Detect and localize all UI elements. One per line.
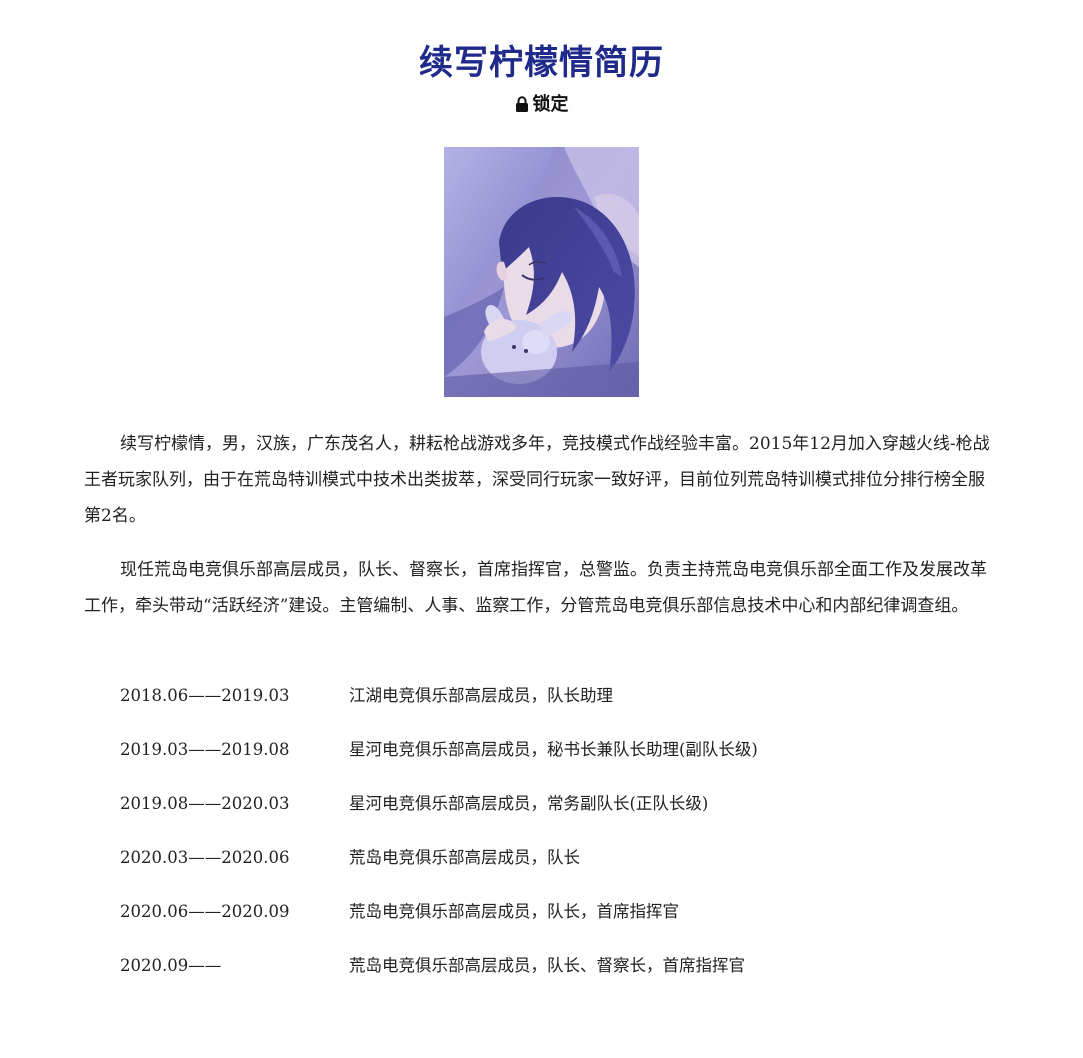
- portrait-image: [444, 147, 639, 397]
- timeline-date: 2020.06——2020.09: [120, 902, 290, 921]
- timeline-row: 2019.08——2020.03 星河电竞俱乐部高层成员，常务副队长(正队长级): [120, 786, 1000, 840]
- career-timeline: 2018.06——2019.03 江湖电竞俱乐部高层成员，队长助理 2019.0…: [120, 678, 1000, 1002]
- bio-paragraph-1: 续写柠檬情，男，汉族，广东茂名人，耕耘枪战游戏多年，竞技模式作战经验丰富。201…: [84, 434, 990, 526]
- lock-icon: [515, 94, 529, 120]
- timeline-date: 2019.08——2020.03: [120, 794, 290, 813]
- timeline-date: 2020.09——: [120, 956, 222, 975]
- timeline-row: 2020.06——2020.09 荒岛电竞俱乐部高层成员，队长，首席指挥官: [120, 894, 1000, 948]
- page-title: 续写柠檬情简历: [419, 43, 664, 83]
- lock-status-label: 锁定: [532, 94, 569, 115]
- timeline-role: 荒岛电竞俱乐部高层成员，队长: [349, 848, 580, 867]
- timeline-row: 2019.03——2019.08 星河电竞俱乐部高层成员，秘书长兼队长助理(副队…: [120, 732, 1000, 786]
- timeline-row: 2020.09—— 荒岛电竞俱乐部高层成员，队长、督察长，首席指挥官: [120, 948, 1000, 1002]
- timeline-date: 2019.03——2019.08: [120, 740, 290, 759]
- timeline-row: 2018.06——2019.03 江湖电竞俱乐部高层成员，队长助理: [120, 678, 1000, 732]
- timeline-role: 荒岛电竞俱乐部高层成员，队长、督察长，首席指挥官: [349, 956, 745, 975]
- bio-paragraph-2: 现任荒岛电竞俱乐部高层成员，队长、督察长，首席指挥官，总警监。负责主持荒岛电竞俱…: [84, 560, 987, 616]
- lock-status: 锁定: [0, 92, 1083, 120]
- timeline-date: 2018.06——2019.03: [120, 686, 290, 705]
- timeline-date: 2020.03——2020.06: [120, 848, 290, 867]
- timeline-role: 星河电竞俱乐部高层成员，常务副队长(正队长级): [349, 794, 709, 813]
- timeline-role: 星河电竞俱乐部高层成员，秘书长兼队长助理(副队长级): [349, 740, 758, 759]
- timeline-row: 2020.03——2020.06 荒岛电竞俱乐部高层成员，队长: [120, 840, 1000, 894]
- timeline-role: 江湖电竞俱乐部高层成员，队长助理: [349, 686, 613, 705]
- timeline-role: 荒岛电竞俱乐部高层成员，队长，首席指挥官: [349, 902, 679, 921]
